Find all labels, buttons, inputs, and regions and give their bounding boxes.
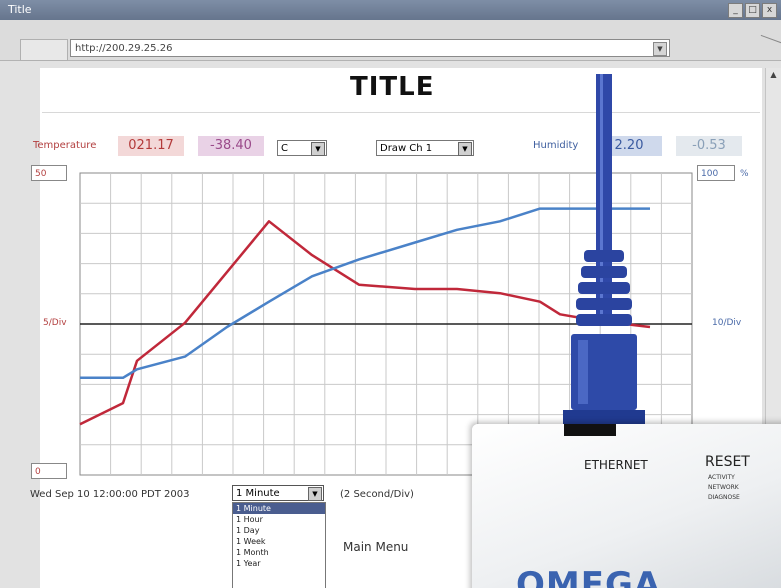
ethernet-port (564, 424, 616, 436)
browser-window: Title _ □ x http://200.29.25.26 ▼ ▲ TITL… (0, 0, 781, 588)
device-reset-label: RESET (705, 454, 750, 470)
omega-logo: OMEGA (516, 565, 662, 588)
cable-boot-ring (578, 282, 630, 294)
cable-boot-ring (581, 266, 627, 278)
cable-boot-ring (576, 314, 632, 326)
network-led-label: NETWORK (708, 484, 739, 491)
cable-plug-highlight (578, 340, 588, 404)
cable-boot-ring (584, 250, 624, 262)
activity-led-label: ACTIVITY (708, 474, 735, 481)
ethernet-device: ETHERNET RESET ACTIVITY NETWORK DIAGNOSE… (472, 424, 781, 588)
cable-boot-ring (576, 298, 632, 310)
diagnose-led-label: DIAGNOSE (708, 494, 740, 501)
device-ethernet-label: ETHERNET (584, 458, 648, 472)
